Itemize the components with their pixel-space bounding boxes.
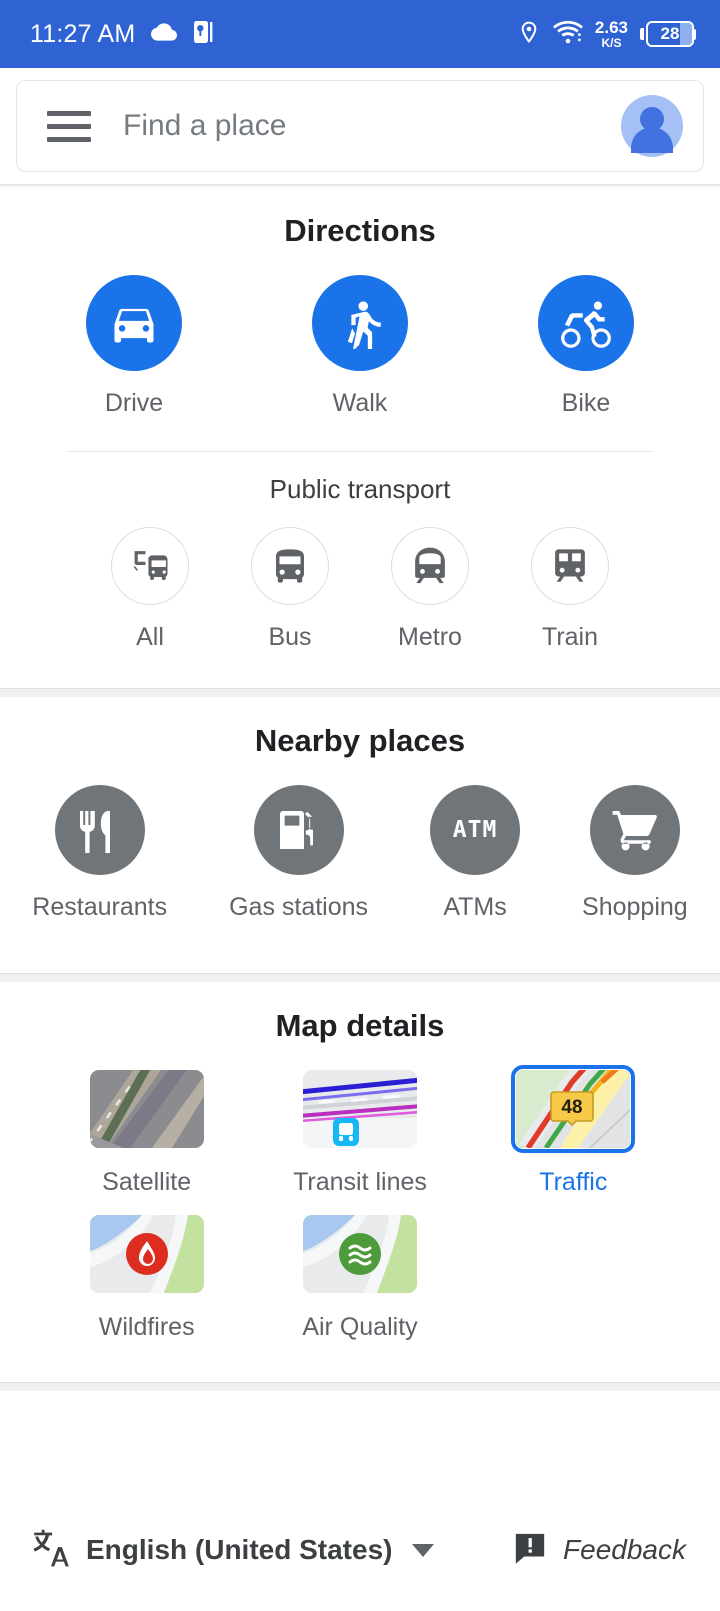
direction-mode-label: Walk xyxy=(332,389,388,417)
directions-modes: Drive Walk Bike xyxy=(0,275,720,421)
nearby-place-shopping[interactable]: Shopping xyxy=(582,784,688,925)
public-transport-title: Public transport xyxy=(269,474,451,505)
hamburger-icon[interactable] xyxy=(47,110,91,142)
map-details-title: Map details xyxy=(275,1007,445,1043)
nearby-place-restaurants[interactable]: Restaurants xyxy=(32,784,168,925)
gas-pump-icon xyxy=(253,784,344,875)
map-detail-label: Air Quality xyxy=(302,1312,418,1341)
translate-icon xyxy=(30,1527,72,1574)
bus-train-icon xyxy=(111,527,189,606)
bicycle-icon xyxy=(538,275,634,371)
transit-mode-metro[interactable]: Metro xyxy=(391,527,469,655)
section-divider-1 xyxy=(0,687,720,697)
cloud-icon xyxy=(151,19,178,50)
footer: English (United States) Feedback xyxy=(0,1489,720,1611)
nearby-place-label: Gas stations xyxy=(229,892,369,921)
nearby-place-label: Restaurants xyxy=(32,892,168,921)
powerpoint-icon xyxy=(193,20,215,49)
feedback-label: Feedback xyxy=(563,1534,686,1565)
search-input[interactable]: Find a place xyxy=(123,109,621,143)
status-bar-left: 11:27 AM xyxy=(30,19,215,50)
feedback-icon xyxy=(513,1531,547,1570)
shopping-cart-icon xyxy=(589,784,680,875)
battery-percent: 28 xyxy=(660,24,680,43)
section-divider-3 xyxy=(0,1381,720,1391)
section-divider-2 xyxy=(0,972,720,982)
nearby-place-label: ATMs xyxy=(443,892,507,921)
transit-mode-label: Bus xyxy=(268,623,312,652)
map-detail-wildfires[interactable]: Wildfires xyxy=(89,1214,204,1342)
wifi-icon xyxy=(552,19,583,50)
transit-lines-thumb xyxy=(302,1069,417,1148)
map-detail-satellite[interactable]: Satellite xyxy=(89,1069,204,1197)
location-icon xyxy=(517,18,541,51)
restaurant-icon xyxy=(54,784,145,875)
air-quality-thumb xyxy=(302,1214,417,1293)
direction-mode-label: Drive xyxy=(104,389,164,417)
direction-mode-drive[interactable]: Drive xyxy=(86,275,182,421)
network-speed-indicator: 2.63 K/S xyxy=(595,19,628,49)
map-details-grid: Satellite Transit lines 48 Traffic Wildf… xyxy=(0,1044,720,1342)
network-speed-unit: K/S xyxy=(601,36,622,50)
network-speed-value: 2.63 xyxy=(594,18,628,37)
account-avatar[interactable] xyxy=(621,95,683,157)
direction-mode-walk[interactable]: Walk xyxy=(312,275,408,421)
wildfires-thumb xyxy=(89,1214,204,1293)
nearby-place-label: Shopping xyxy=(582,892,688,921)
chevron-down-icon[interactable] xyxy=(412,1543,435,1557)
map-detail-traffic[interactable]: 48 Traffic xyxy=(511,1064,636,1197)
status-bar-clock: 11:27 AM xyxy=(30,19,136,48)
pedestrian-icon xyxy=(312,275,408,371)
transit-mode-train[interactable]: Train xyxy=(531,527,609,655)
atm-glyph: ATM xyxy=(452,816,498,843)
nearby-places-section: Nearby places Restaurants Gas stations A… xyxy=(0,696,720,973)
transit-mode-all[interactable]: All xyxy=(111,527,189,655)
map-detail-label: Traffic xyxy=(539,1167,608,1196)
transit-mode-label: Train xyxy=(541,623,599,652)
search-header: Find a place xyxy=(0,68,720,184)
traffic-thumb: 48 xyxy=(511,1064,636,1153)
car-icon xyxy=(86,275,182,371)
nearby-places-title: Nearby places xyxy=(254,722,466,758)
transit-mode-label: All xyxy=(136,623,164,652)
map-detail-transit-lines[interactable]: Transit lines xyxy=(293,1069,427,1197)
feedback-button[interactable]: Feedback xyxy=(513,1531,686,1570)
map-detail-label: Wildfires xyxy=(98,1312,195,1341)
nearby-place-atms[interactable]: ATM ATMs xyxy=(430,784,521,925)
directions-title: Directions xyxy=(284,213,436,248)
direction-mode-label: Bike xyxy=(561,389,611,417)
nearby-place-gas-stations[interactable]: Gas stations xyxy=(229,784,369,925)
direction-mode-bike[interactable]: Bike xyxy=(538,275,634,421)
train-icon xyxy=(531,527,609,606)
search-bar[interactable]: Find a place xyxy=(16,80,704,172)
directions-section: Directions Drive Walk Bike Public transp… xyxy=(0,187,720,688)
atm-icon: ATM xyxy=(430,784,521,875)
bus-icon xyxy=(251,527,329,606)
language-label: English (United States) xyxy=(86,1534,393,1565)
nearby-places-list: Restaurants Gas stations ATM ATMs Shoppi… xyxy=(0,784,720,925)
map-detail-label: Transit lines xyxy=(293,1167,427,1196)
map-details-section: Map details Satellite Transit lines 48 T… xyxy=(0,981,720,1382)
public-transport-modes: All Bus Metro Train xyxy=(0,527,720,655)
svg-text:48: 48 xyxy=(562,1097,583,1118)
battery-indicator: 28 xyxy=(640,21,696,47)
satellite-thumb xyxy=(89,1069,204,1148)
status-bar-right: 2.63 K/S 28 xyxy=(517,18,696,51)
transit-mode-bus[interactable]: Bus xyxy=(251,527,329,655)
language-selector[interactable]: English (United States) xyxy=(30,1527,435,1574)
status-bar: 11:27 AM 2.63 K/S 28 xyxy=(0,0,720,68)
metro-icon xyxy=(391,527,469,606)
transit-mode-label: Metro xyxy=(398,623,462,652)
map-detail-label: Satellite xyxy=(102,1167,192,1196)
map-detail-air-quality[interactable]: Air Quality xyxy=(302,1214,418,1342)
